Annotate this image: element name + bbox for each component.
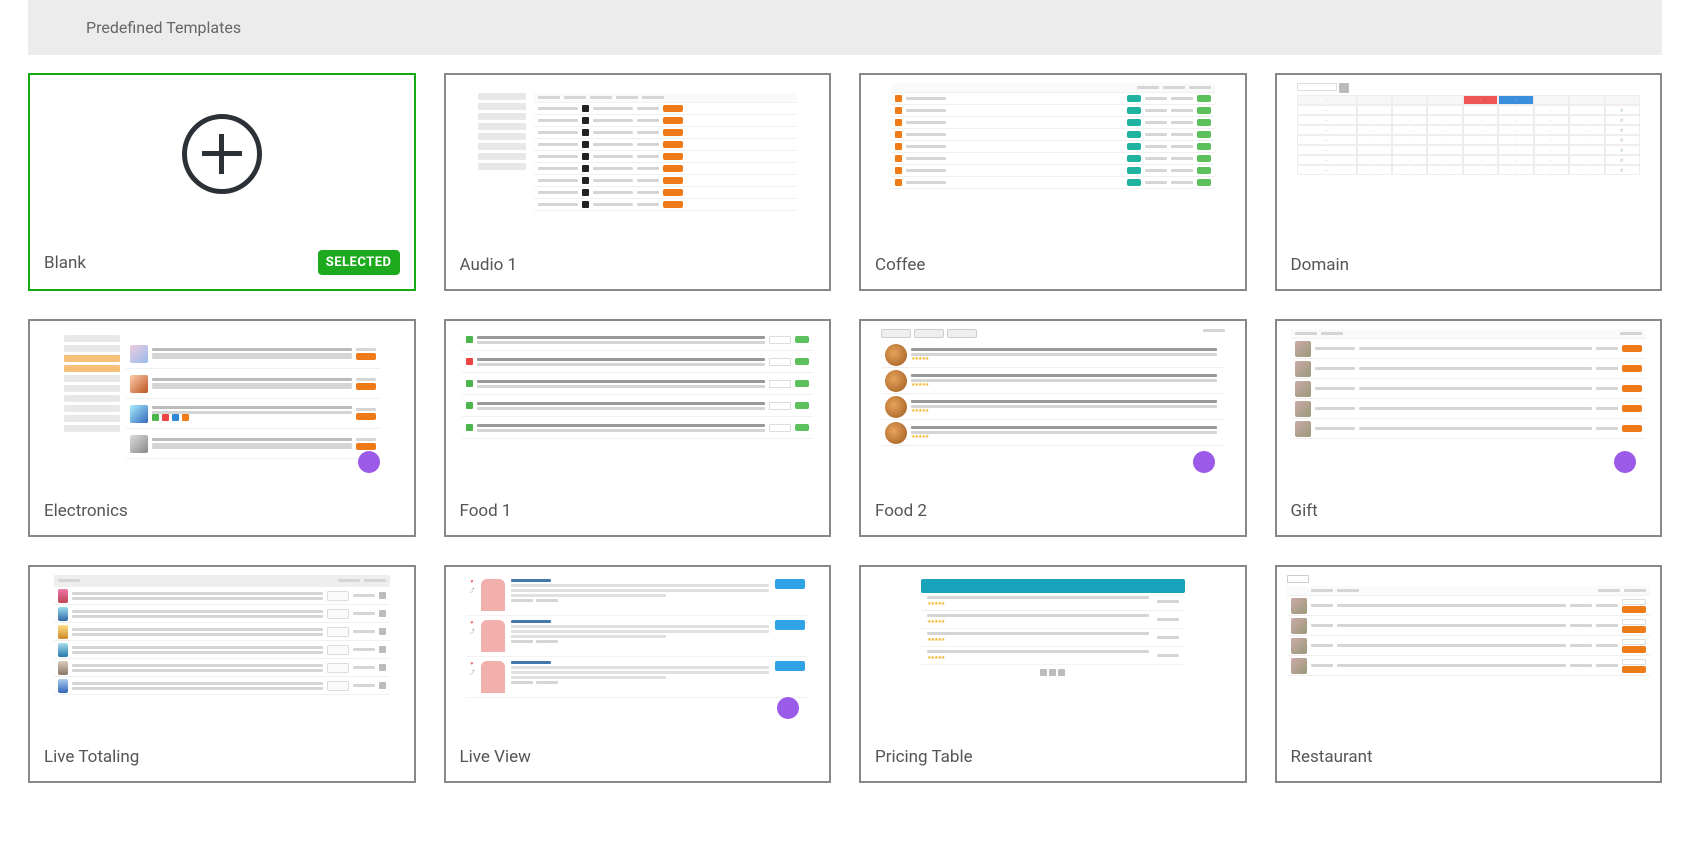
template-preview — [861, 75, 1245, 245]
template-card-coffee[interactable]: Coffee — [859, 73, 1247, 291]
template-label: Audio 1 — [460, 255, 518, 275]
template-card-food2[interactable]: ★★★★★ ★★★★★ ★★★★★ ★★★★★ Food 2 — [859, 319, 1247, 537]
template-label: Food 2 — [875, 501, 927, 521]
template-card-pricingtable[interactable]: ★★★★★ ★★★★★ ★★★★★ ★★★★★ Pricing Table — [859, 565, 1247, 783]
template-card-livetotaling[interactable]: Live Totaling — [28, 565, 416, 783]
template-label: Restaurant — [1291, 747, 1373, 767]
template-preview — [1277, 321, 1661, 491]
template-label: Live Totaling — [44, 747, 139, 767]
template-card-gift[interactable]: Gift — [1275, 319, 1663, 537]
template-card-liveview[interactable]: ♥⤴ ♥⤴ ♥⤴ Live View — [444, 565, 832, 783]
template-label: Pricing Table — [875, 747, 973, 767]
template-label: Domain — [1291, 255, 1350, 275]
template-label: Food 1 — [460, 501, 512, 521]
section-header: Predefined Templates — [28, 0, 1662, 55]
template-grid: Blank SELECTED — [0, 55, 1690, 811]
template-preview — [30, 75, 414, 240]
template-preview: ♥⤴ ♥⤴ ♥⤴ — [446, 567, 830, 737]
template-preview — [30, 321, 414, 491]
template-preview — [446, 75, 830, 245]
template-card-restaurant[interactable]: Restaurant — [1275, 565, 1663, 783]
template-label: Coffee — [875, 255, 925, 275]
template-card-food1[interactable]: Food 1 — [444, 319, 832, 537]
plus-icon — [182, 114, 262, 194]
template-preview: —––– ––––– ——–––––––🛒 ——–––––––🛒 ——–––––… — [1277, 75, 1661, 245]
template-label: Live View — [460, 747, 531, 767]
template-preview — [30, 567, 414, 737]
template-card-domain[interactable]: —––– ––––– ——–––––––🛒 ——–––––––🛒 ——–––––… — [1275, 73, 1663, 291]
template-label: Blank — [44, 253, 86, 273]
section-title: Predefined Templates — [86, 18, 241, 37]
template-preview: ★★★★★ ★★★★★ ★★★★★ ★★★★★ — [861, 321, 1245, 491]
template-card-blank[interactable]: Blank SELECTED — [28, 73, 416, 291]
template-preview: ★★★★★ ★★★★★ ★★★★★ ★★★★★ — [861, 567, 1245, 737]
template-card-electronics[interactable]: Electronics — [28, 319, 416, 537]
template-preview — [1277, 567, 1661, 737]
template-label: Gift — [1291, 501, 1318, 521]
template-label: Electronics — [44, 501, 128, 521]
template-preview — [446, 321, 830, 491]
template-card-audio1[interactable]: Audio 1 — [444, 73, 832, 291]
selected-badge: SELECTED — [318, 250, 400, 275]
